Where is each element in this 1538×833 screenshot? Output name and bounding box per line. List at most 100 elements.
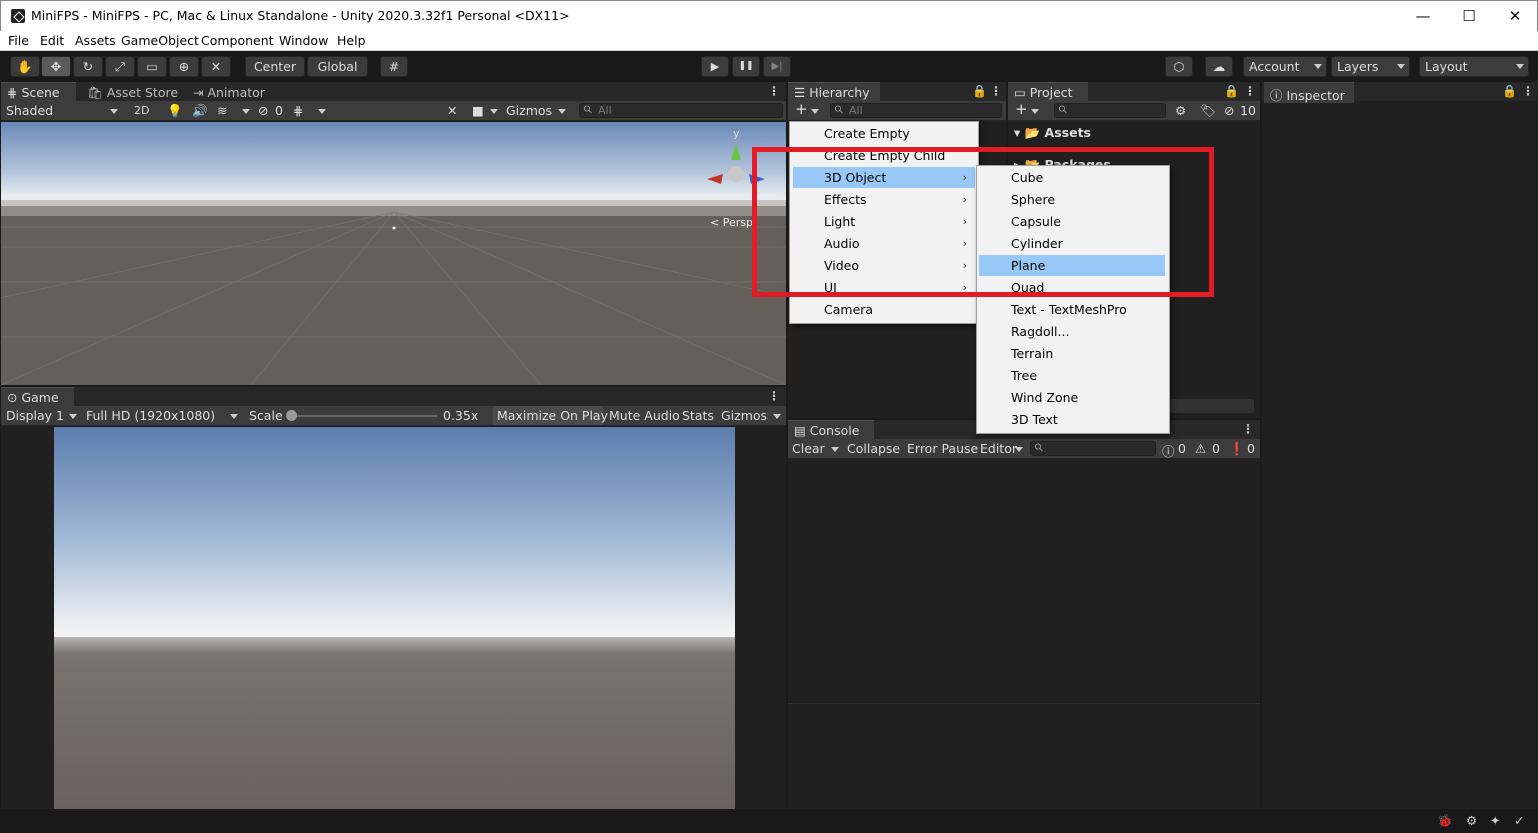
step-button[interactable]: ▶|: [763, 56, 791, 77]
menu-help[interactable]: Help: [337, 33, 366, 48]
rect-tool-icon[interactable]: ▭: [137, 56, 167, 77]
chevron-down-icon[interactable]: [69, 414, 77, 419]
debug-icon[interactable]: 🐞: [1437, 813, 1453, 829]
account-dropdown[interactable]: Account: [1243, 56, 1327, 77]
pivot-center-toggle[interactable]: Center: [245, 56, 305, 77]
play-button[interactable]: ▶: [701, 56, 729, 77]
chevron-down-icon[interactable]: [490, 109, 498, 114]
tab-asset-store[interactable]: 🛍 Asset Store: [87, 85, 178, 101]
collab-icon[interactable]: ⬡: [1165, 56, 1193, 77]
lock-icon[interactable]: 🔒: [972, 84, 987, 98]
mute-audio-toggle[interactable]: Mute Audio: [609, 408, 680, 423]
close-button[interactable]: ✕: [1492, 1, 1538, 31]
inspector-kebab-icon[interactable]: ⋮: [1522, 84, 1534, 98]
layers-dropdown[interactable]: Layers: [1331, 56, 1410, 77]
menu-gameobject[interactable]: GameObject: [121, 33, 199, 48]
assets-folder[interactable]: ▾ 📂 Assets: [1014, 125, 1091, 141]
menu-assets[interactable]: Assets: [75, 33, 116, 48]
checkmark-icon[interactable]: ✓: [1514, 813, 1524, 828]
transform-tool-icon[interactable]: ⊕: [169, 56, 199, 77]
submenu-item[interactable]: 3D Text: [979, 409, 1165, 430]
chevron-down-icon[interactable]: [1031, 109, 1039, 114]
lighting-toggle-icon[interactable]: 💡: [167, 103, 183, 119]
grid-snap-icon[interactable]: #: [380, 56, 408, 77]
chevron-down-icon[interactable]: [831, 447, 839, 452]
cache-icon[interactable]: ⚙: [1466, 813, 1477, 828]
lock-icon[interactable]: 🔒: [1224, 84, 1239, 98]
pivot-global-toggle[interactable]: Global: [307, 56, 368, 77]
filter-type-icon[interactable]: ⚙: [1175, 103, 1186, 118]
persp-label[interactable]: < Persp: [710, 216, 753, 229]
cloud-icon[interactable]: ☁: [1205, 56, 1233, 77]
menu-window[interactable]: Window: [279, 33, 328, 48]
context-menu-item[interactable]: Create Empty: [793, 123, 975, 144]
chevron-down-icon[interactable]: [773, 414, 781, 419]
submenu-item[interactable]: Ragdoll...: [979, 321, 1165, 342]
chevron-down-icon[interactable]: [558, 109, 566, 114]
submenu-item[interactable]: Text - TextMeshPro: [979, 299, 1165, 320]
error-pause-toggle[interactable]: Error Pause: [907, 441, 978, 456]
gizmos-toggle[interactable]: Gizmos: [721, 408, 767, 423]
display-dropdown[interactable]: Display 1: [6, 408, 64, 423]
project-kebab-icon[interactable]: ⋮: [1244, 84, 1256, 98]
grid-toggle-icon[interactable]: ⋕: [293, 103, 303, 118]
tab-inspector[interactable]: ⓘ Inspector: [1264, 82, 1354, 103]
stats-toggle[interactable]: Stats: [682, 408, 714, 423]
layout-dropdown[interactable]: Layout: [1419, 56, 1529, 77]
chevron-down-icon[interactable]: [230, 414, 238, 419]
error-icon[interactable]: ❗: [1229, 441, 1245, 457]
clear-button[interactable]: Clear: [792, 441, 825, 456]
hierarchy-kebab-icon[interactable]: ⋮: [990, 84, 1002, 98]
progress-icon[interactable]: ✦: [1490, 813, 1500, 828]
chevron-down-icon[interactable]: [1015, 447, 1023, 452]
console-search-input[interactable]: [1030, 441, 1156, 456]
shading-dropdown[interactable]: Shaded: [6, 103, 53, 118]
custom-tool-icon[interactable]: ✕: [201, 56, 231, 77]
console-kebab-icon[interactable]: ⋮: [1242, 422, 1254, 436]
context-menu-item[interactable]: Camera: [793, 299, 975, 320]
camera-icon[interactable]: ■: [472, 103, 484, 118]
editor-dropdown[interactable]: Editor: [980, 441, 1017, 456]
chevron-down-icon[interactable]: [242, 109, 250, 114]
chevron-down-icon[interactable]: [811, 109, 819, 114]
tab-animator[interactable]: ⇥ Animator: [193, 85, 265, 100]
chevron-down-icon[interactable]: [318, 109, 326, 114]
rotate-tool-icon[interactable]: ↻: [73, 56, 103, 77]
lock-icon[interactable]: 🔒: [1502, 84, 1517, 98]
tools-icon[interactable]: ✕: [447, 103, 457, 118]
hidden-objects-icon[interactable]: ⊘: [258, 103, 268, 118]
tab-console[interactable]: ▤ Console: [788, 420, 874, 441]
tab-scene[interactable]: ⋕ Scene: [1, 82, 76, 103]
maximize-button[interactable]: ☐: [1446, 1, 1492, 31]
toggle-2d-button[interactable]: 2D: [134, 104, 149, 117]
pause-button[interactable]: ❚❚: [732, 56, 760, 77]
collapse-toggle[interactable]: Collapse: [847, 441, 900, 456]
submenu-item[interactable]: Wind Zone: [979, 387, 1165, 408]
resolution-dropdown[interactable]: Full HD (1920x1080): [86, 408, 215, 423]
menu-edit[interactable]: Edit: [40, 33, 64, 48]
log-icon[interactable]: ⓘ: [1162, 441, 1175, 460]
project-search-input[interactable]: [1054, 103, 1166, 118]
scale-slider-track[interactable]: [291, 415, 437, 417]
effects-toggle-icon[interactable]: ≋: [217, 103, 227, 118]
hierarchy-add-button[interactable]: +: [795, 100, 808, 118]
game-viewport[interactable]: [1, 427, 786, 809]
game-kebab-icon[interactable]: ⋮: [768, 389, 780, 403]
menu-file[interactable]: File: [8, 33, 29, 48]
gizmos-dropdown[interactable]: Gizmos: [506, 103, 552, 118]
tab-game[interactable]: ⊙ Game: [1, 387, 74, 408]
hierarchy-search-input[interactable]: All: [830, 103, 1002, 118]
submenu-item[interactable]: Tree: [979, 365, 1165, 386]
audio-toggle-icon[interactable]: 🔊: [192, 103, 208, 119]
warning-icon[interactable]: ⚠: [1195, 441, 1206, 456]
project-add-button[interactable]: +: [1015, 100, 1028, 118]
scene-search-input[interactable]: All: [579, 103, 783, 118]
submenu-item[interactable]: Terrain: [979, 343, 1165, 364]
scale-tool-icon[interactable]: ⤢: [105, 56, 135, 77]
move-tool-icon[interactable]: ✥: [41, 56, 71, 77]
scene-viewport[interactable]: y < Persp: [1, 122, 786, 385]
menu-component[interactable]: Component: [201, 33, 274, 48]
filter-label-icon[interactable]: 🏷: [1200, 103, 1216, 119]
hand-tool-icon[interactable]: ✋: [10, 56, 40, 77]
minimize-button[interactable]: —: [1400, 1, 1446, 31]
